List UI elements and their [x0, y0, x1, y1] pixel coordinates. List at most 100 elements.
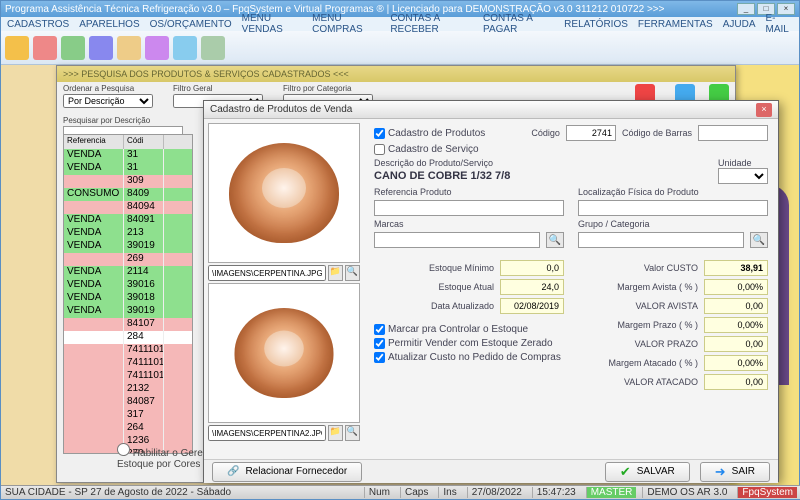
search-title: >>> PESQUISA DOS PRODUTOS & SERVIÇOS CAD…: [57, 66, 735, 82]
menu-item[interactable]: OS/ORÇAMENTO: [150, 19, 232, 30]
menu-item[interactable]: CADASTROS: [7, 19, 69, 30]
minimize-button[interactable]: _: [737, 3, 755, 15]
image1-browse-icon[interactable]: 📁: [328, 265, 343, 281]
table-row[interactable]: 84094: [64, 201, 192, 214]
toolbar-icon[interactable]: [33, 36, 57, 60]
chk-servico[interactable]: Cadastro de Serviço: [374, 144, 768, 155]
col-referencia[interactable]: Referencia: [64, 135, 124, 149]
table-row[interactable]: 269: [64, 253, 192, 266]
table-row[interactable]: VENDA2114: [64, 266, 192, 279]
menu-item[interactable]: MENU COMPRAS: [312, 13, 380, 35]
menu-item[interactable]: APARELHOS: [79, 19, 139, 30]
dialog-title: Cadastro de Produtos de Venda: [210, 104, 352, 115]
sair-button[interactable]: ➜SAIR: [700, 462, 770, 482]
table-row[interactable]: VENDA39018: [64, 292, 192, 305]
table-row[interactable]: 309: [64, 175, 192, 188]
table-row[interactable]: VENDA39019: [64, 240, 192, 253]
margem-avista-value[interactable]: 0,00%: [704, 279, 768, 295]
margem-prazo-value[interactable]: 0,00%: [704, 317, 768, 333]
image2-search-icon[interactable]: 🔍: [345, 425, 360, 441]
dialog-footer: 🔗Relacionar Fornecedor ✔SALVAR ➜SAIR: [204, 459, 778, 483]
estoque-atual-value[interactable]: 24,0: [500, 279, 564, 295]
menu-item[interactable]: RELATÓRIOS: [564, 19, 628, 30]
table-row[interactable]: VENDA31: [64, 162, 192, 175]
image1-search-icon[interactable]: 🔍: [345, 265, 360, 281]
table-row[interactable]: 84087: [64, 396, 192, 409]
table-row[interactable]: 74111010: [64, 370, 192, 383]
menu-item[interactable]: CONTAS A PAGAR: [483, 13, 554, 35]
filter-geral-label: Filtro Geral: [173, 84, 263, 93]
table-row[interactable]: VENDA84091: [64, 214, 192, 227]
localizacao-field[interactable]: [578, 200, 768, 216]
chk-permitir[interactable]: Permitir Vender com Estoque Zerado: [374, 338, 564, 349]
image1-path[interactable]: [208, 265, 326, 281]
menu-item[interactable]: AJUDA: [723, 19, 756, 30]
table-row[interactable]: CONSUMO8409: [64, 188, 192, 201]
toolbar-icon[interactable]: [117, 36, 141, 60]
toolbar-icon[interactable]: [173, 36, 197, 60]
relacionar-fornecedor-button[interactable]: 🔗Relacionar Fornecedor: [212, 462, 362, 482]
product-image-2: [208, 283, 360, 423]
product-grid[interactable]: Referencia Códi VENDA31VENDA31309CONSUMO…: [63, 134, 193, 454]
barras-field[interactable]: [698, 125, 768, 141]
check-icon: ✔: [620, 464, 631, 480]
toolbar-icon[interactable]: [61, 36, 85, 60]
table-row[interactable]: VENDA31: [64, 149, 192, 162]
toolbar-icon[interactable]: [89, 36, 113, 60]
valor-avista-value[interactable]: 0,00: [704, 298, 768, 314]
chk-produtos[interactable]: Cadastro de Produtos: [374, 128, 485, 139]
status-system: FpqSystem: [737, 487, 797, 498]
table-row[interactable]: 284: [64, 331, 192, 344]
table-row[interactable]: 2132: [64, 383, 192, 396]
main-toolbar: [1, 31, 799, 65]
salvar-button[interactable]: ✔SALVAR: [605, 462, 690, 482]
table-row[interactable]: VENDA213: [64, 227, 192, 240]
menu-item[interactable]: MENU VENDAS: [242, 13, 302, 35]
table-row[interactable]: VENDA39016: [64, 279, 192, 292]
table-row[interactable]: 74111010: [64, 344, 192, 357]
descricao-value: CANO DE COBRE 1/32 7/8: [374, 168, 712, 184]
codigo-field[interactable]: [566, 125, 616, 141]
menu-item[interactable]: E-MAIL: [766, 13, 793, 35]
image-column: 📁 🔍 📁 🔍: [204, 119, 364, 459]
order-label: Ordenar a Pesquisa: [63, 84, 153, 93]
toolbar-icon[interactable]: [5, 36, 29, 60]
menubar: CADASTROSAPARELHOSOS/ORÇAMENTOMENU VENDA…: [1, 17, 799, 31]
menu-item[interactable]: FERRAMENTAS: [638, 19, 713, 30]
chk-atualizar[interactable]: Atualizar Custo no Pedido de Compras: [374, 352, 564, 363]
marcas-field[interactable]: [374, 232, 540, 248]
col-codigo[interactable]: Códi: [124, 135, 164, 149]
status-master: MASTER: [586, 487, 637, 498]
dialog-close-button[interactable]: ×: [756, 103, 772, 117]
arrow-right-icon: ➜: [715, 464, 726, 480]
valor-prazo-value[interactable]: 0,00: [704, 336, 768, 352]
referencia-field[interactable]: [374, 200, 564, 216]
table-row[interactable]: 74111010: [64, 357, 192, 370]
chk-marcar[interactable]: Marcar pra Controlar o Estoque: [374, 324, 564, 335]
valor-atacado-value[interactable]: 0,00: [704, 374, 768, 390]
estoque-min-value[interactable]: 0,0: [500, 260, 564, 276]
dialog-titlebar: Cadastro de Produtos de Venda ×: [204, 101, 778, 119]
grupo-field[interactable]: [578, 232, 744, 248]
main-window: Programa Assistência Técnica Refrigeraçã…: [0, 0, 800, 500]
custo-value[interactable]: 38,91: [704, 260, 768, 276]
image2-path[interactable]: [208, 425, 326, 441]
table-row[interactable]: 317: [64, 409, 192, 422]
search-label: Pesquisar por Descrição: [63, 116, 183, 125]
menu-item[interactable]: CONTAS A RECEBER: [390, 13, 473, 35]
data-value[interactable]: 02/08/2019: [500, 298, 564, 314]
product-dialog: Cadastro de Produtos de Venda × 📁 🔍: [203, 100, 779, 482]
grupo-search-icon[interactable]: 🔍: [750, 232, 768, 248]
toolbar-icon[interactable]: [145, 36, 169, 60]
content-area: >>> PESQUISA DOS PRODUTOS & SERVIÇOS CAD…: [1, 65, 799, 485]
toolbar-icon[interactable]: [201, 36, 225, 60]
unidade-select[interactable]: [718, 168, 768, 184]
table-row[interactable]: 264: [64, 422, 192, 435]
table-row[interactable]: VENDA39019: [64, 305, 192, 318]
product-image-1: [208, 123, 360, 263]
image2-browse-icon[interactable]: 📁: [328, 425, 343, 441]
margem-atacado-value[interactable]: 0,00%: [704, 355, 768, 371]
table-row[interactable]: 84107: [64, 318, 192, 331]
marcas-search-icon[interactable]: 🔍: [546, 232, 564, 248]
order-select[interactable]: Por Descrição: [63, 94, 153, 108]
